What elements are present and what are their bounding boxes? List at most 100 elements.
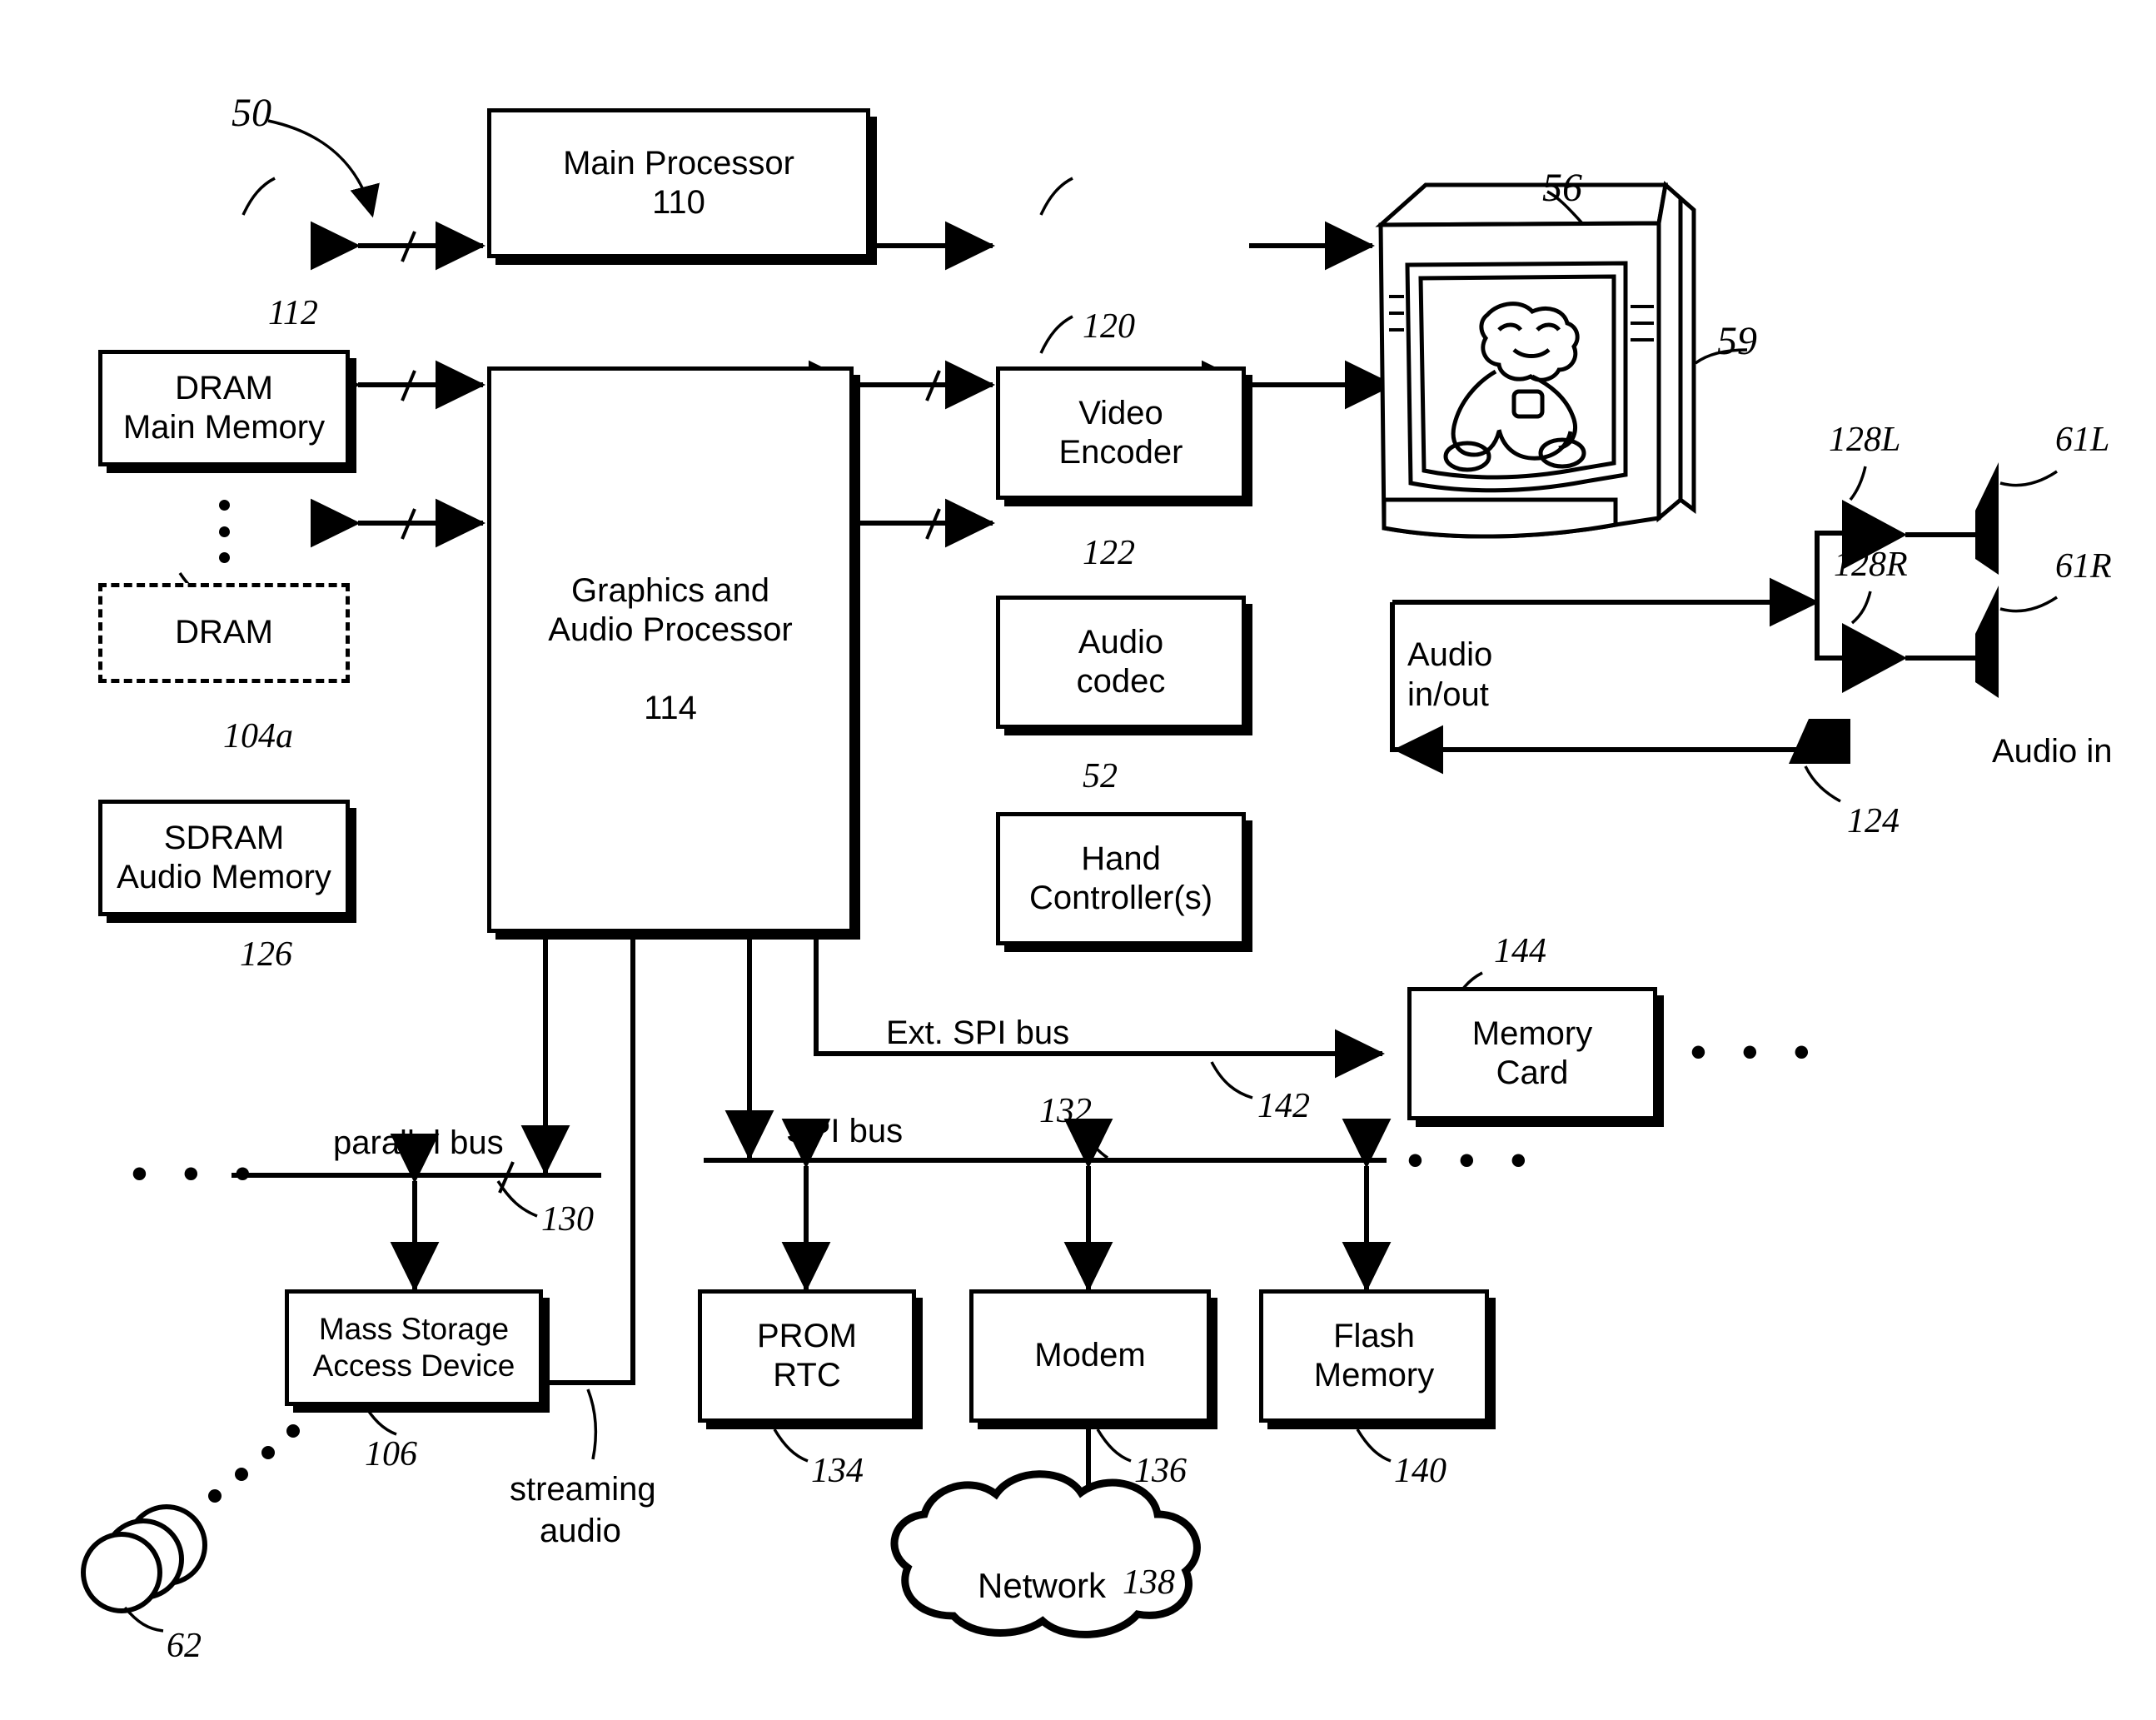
prom-line2: RTC xyxy=(773,1357,841,1393)
audio-io-line2: in/out xyxy=(1407,676,1489,713)
ref-112: 112 xyxy=(268,294,318,332)
leader-122 xyxy=(1039,315,1073,354)
modem-line1: Modem xyxy=(1034,1337,1146,1374)
system-leader-50 xyxy=(267,119,380,218)
label-network: Network xyxy=(978,1566,1107,1605)
leader-streaming xyxy=(586,1388,598,1460)
ref-138: 138 xyxy=(1123,1563,1175,1602)
block-flash-memory[interactable]: Flash Memory xyxy=(1259,1289,1489,1423)
ref-142: 142 xyxy=(1257,1087,1310,1125)
mass-storage-line2: Access Device xyxy=(312,1349,515,1383)
leader-134 xyxy=(773,1428,809,1463)
block-sdram-audio-memory[interactable]: SDRAM Audio Memory xyxy=(98,800,350,916)
ref-136: 136 xyxy=(1134,1452,1187,1490)
leader-130 xyxy=(496,1180,538,1218)
hand-controllers-line1: Hand xyxy=(1081,840,1161,877)
audio-codec-line1: Audio xyxy=(1078,623,1164,661)
leader-136 xyxy=(1096,1428,1132,1463)
dram-main-line2: Main Memory xyxy=(122,409,326,446)
ref-52: 52 xyxy=(1083,757,1118,795)
ref-122: 122 xyxy=(1083,534,1135,572)
amp-right-triangle xyxy=(1842,623,1907,693)
microphone-shape xyxy=(1789,719,1850,764)
block-dram-optional[interactable]: DRAM xyxy=(98,583,350,683)
dram-optional-line1: DRAM xyxy=(175,614,273,651)
block-audio-in-out[interactable]: Audio in/out xyxy=(1407,621,1616,729)
speaker-right xyxy=(1975,586,1999,698)
block-memory-card[interactable]: Memory Card xyxy=(1407,987,1657,1120)
optical-discs xyxy=(81,1504,207,1613)
leader-120 xyxy=(1039,177,1073,216)
label-audio-in: Audio in xyxy=(1992,733,2113,770)
hand-controllers-line2: Controller(s) xyxy=(1028,880,1213,916)
ref-124: 124 xyxy=(1847,802,1900,840)
block-modem[interactable]: Modem xyxy=(969,1289,1211,1423)
ref-130: 130 xyxy=(541,1200,594,1239)
ref-56: 56 xyxy=(1542,166,1582,210)
slash-sdram xyxy=(401,508,416,540)
ref-132: 132 xyxy=(1039,1092,1092,1130)
leader-112 xyxy=(241,177,276,216)
label-parallel-bus: parallel bus xyxy=(333,1124,504,1161)
discs-ellipsis-dots xyxy=(208,1424,300,1503)
sdram-line2: Audio Memory xyxy=(117,859,331,895)
gap-ref: 114 xyxy=(644,689,697,726)
vertical-ellipsis-dram xyxy=(218,500,230,563)
leader-106 xyxy=(361,1402,397,1436)
ref-134: 134 xyxy=(811,1452,864,1490)
slash-parallel xyxy=(498,1161,515,1194)
label-streaming-audio-line2: audio xyxy=(540,1513,621,1549)
ref-106: 106 xyxy=(365,1435,417,1473)
ellipsis-spi-bus-right: • • • xyxy=(1407,1135,1538,1185)
television-display xyxy=(1375,181,1696,539)
speaker-left xyxy=(1975,462,1999,575)
flash-line1: Flash xyxy=(1333,1317,1415,1354)
gap-label-line1: Graphics and xyxy=(571,572,769,610)
label-spi-bus: SPI bus xyxy=(786,1113,904,1149)
ref-104a: 104a xyxy=(223,717,293,755)
amp-right-feed xyxy=(1815,602,1842,661)
slash-codec xyxy=(925,370,941,401)
slash-dram xyxy=(401,231,416,262)
main-processor-label: Main Processor xyxy=(563,144,794,182)
block-hand-controllers[interactable]: Hand Controller(s) xyxy=(996,812,1246,945)
memory-card-line1: Memory xyxy=(1471,1015,1593,1052)
dram-main-line1: DRAM xyxy=(175,369,273,406)
block-mass-storage-access-device[interactable]: Mass Storage Access Device xyxy=(285,1289,543,1406)
leader-62 xyxy=(123,1606,164,1633)
ref-62: 62 xyxy=(167,1627,202,1665)
ref-61L: 61L xyxy=(2055,421,2110,459)
audio-io-line1: Audio xyxy=(1407,636,1493,673)
prom-line1: PROM xyxy=(757,1317,857,1354)
block-dram-main-memory[interactable]: DRAM Main Memory xyxy=(98,350,350,466)
leader-128L xyxy=(1849,466,1867,501)
leader-61R xyxy=(1999,596,2058,613)
block-video-encoder[interactable]: Video Encoder xyxy=(996,366,1246,500)
ref-50: 50 xyxy=(232,91,271,135)
leader-128R xyxy=(1850,591,1872,625)
ref-59: 59 xyxy=(1717,319,1757,363)
ellipsis-parallel-bus-left: • • • xyxy=(132,1149,262,1199)
block-prom-rtc[interactable]: PROM RTC xyxy=(698,1289,916,1423)
slash-hand xyxy=(925,508,941,540)
leader-142 xyxy=(1210,1061,1253,1099)
label-ext-spi-bus: Ext. SPI bus xyxy=(886,1015,1070,1051)
memory-card-line2: Card xyxy=(1496,1054,1569,1091)
block-audio-codec[interactable]: Audio codec xyxy=(996,596,1246,729)
audio-codec-line2: codec xyxy=(1076,663,1166,700)
game-character-icon xyxy=(1443,302,1586,472)
ref-144: 144 xyxy=(1494,932,1546,970)
leader-140 xyxy=(1356,1428,1392,1463)
mass-storage-line1: Mass Storage xyxy=(318,1312,510,1347)
ref-140: 140 xyxy=(1394,1452,1446,1490)
video-encoder-line1: Video xyxy=(1078,394,1163,431)
slash-dram2 xyxy=(401,370,416,401)
block-graphics-audio-processor[interactable]: Graphics and Audio Processor 114 xyxy=(487,366,854,933)
ref-61R: 61R xyxy=(2055,547,2112,586)
block-main-processor[interactable]: Main Processor 110 xyxy=(487,108,870,258)
leader-132 xyxy=(1081,1129,1108,1159)
ref-128R: 128R xyxy=(1834,546,1908,584)
sdram-line1: SDRAM xyxy=(163,819,285,856)
leader-124 xyxy=(1804,765,1841,803)
ref-128L: 128L xyxy=(1829,421,1901,459)
